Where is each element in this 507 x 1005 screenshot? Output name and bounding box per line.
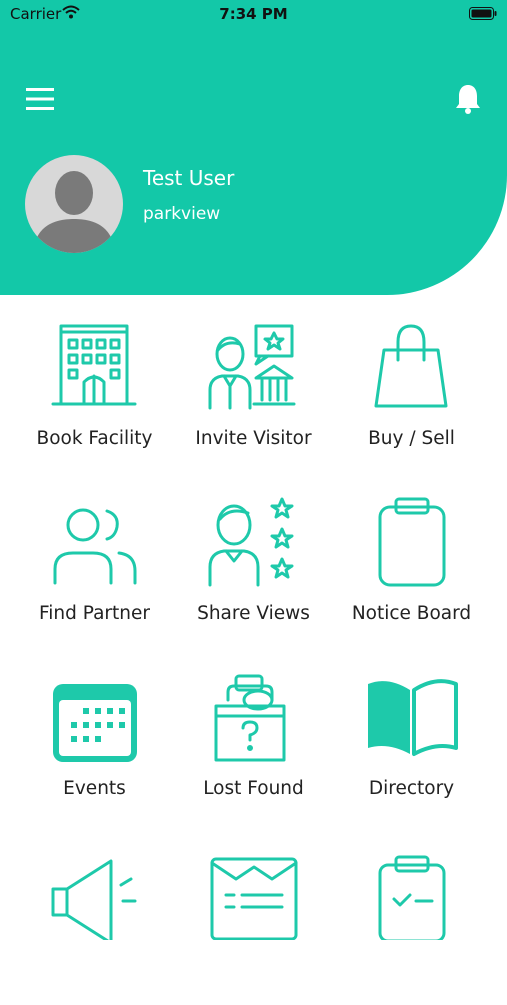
tile-buy-sell[interactable]: Buy / Sell	[327, 310, 496, 480]
notification-bell-icon[interactable]	[453, 83, 483, 115]
tile-find-partner[interactable]: Find Partner	[10, 485, 179, 655]
user-name: Test User	[143, 166, 235, 190]
tile-label: Book Facility	[36, 428, 153, 449]
tile-label: Buy / Sell	[368, 428, 455, 449]
status-time: 7:34 PM	[219, 5, 288, 23]
tile-lost-found[interactable]: Lost Found	[169, 660, 338, 830]
tile-label: Lost Found	[203, 778, 304, 799]
document-icon	[210, 857, 298, 940]
tile-directory[interactable]: Directory	[327, 660, 496, 830]
tile-label: Events	[63, 778, 126, 799]
tile-events[interactable]: Events	[10, 660, 179, 830]
tile-label: Directory	[368, 778, 455, 799]
tile-documents[interactable]	[169, 835, 338, 1005]
clipboard-icon	[378, 497, 446, 587]
tile-label: Notice Board	[351, 603, 472, 624]
calendar-icon	[53, 684, 137, 762]
megaphone-icon	[51, 859, 137, 940]
avatar[interactable]	[25, 155, 123, 253]
visitor-icon	[208, 324, 296, 410]
lost-found-box-icon	[214, 674, 286, 762]
people-icon	[53, 508, 137, 585]
user-silhouette-icon	[33, 171, 115, 253]
tile-invite-visitor[interactable]: Invite Visitor	[169, 310, 338, 480]
tile-label: Invite Visitor	[195, 428, 312, 449]
status-bar: Carrier 7:34 PM	[0, 0, 507, 28]
checklist-icon	[378, 855, 446, 940]
shopping-bag-icon	[374, 324, 448, 408]
person-stars-icon	[208, 497, 294, 587]
tile-notice-board[interactable]: Notice Board	[327, 485, 496, 655]
user-society: parkview	[143, 204, 221, 224]
tile-label: Share Views	[197, 603, 310, 624]
tile-book-facility[interactable]: Book Facility	[10, 310, 179, 480]
building-icon	[51, 324, 137, 406]
tile-label: Find Partner	[38, 603, 151, 624]
tile-share-views[interactable]: Share Views	[169, 485, 338, 655]
open-book-icon	[368, 679, 458, 756]
tile-announcements[interactable]	[10, 835, 179, 1005]
hamburger-menu-icon[interactable]	[26, 86, 54, 112]
battery-icon	[469, 7, 497, 20]
tile-checklist[interactable]	[327, 835, 496, 1005]
